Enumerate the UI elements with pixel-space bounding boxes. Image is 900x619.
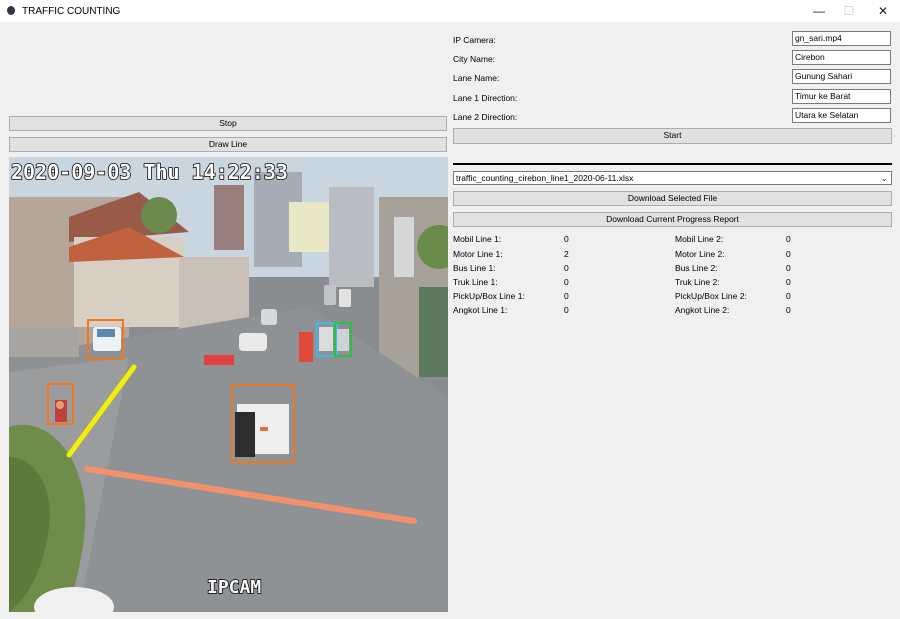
stat-value: 0 <box>564 263 569 273</box>
ip-camera-field[interactable]: gn_sari.mp4 <box>792 31 891 46</box>
stat-value: 0 <box>786 234 791 244</box>
separator <box>453 163 892 165</box>
draw-line-button[interactable]: Draw Line <box>9 137 447 152</box>
stat-value: 0 <box>786 277 791 287</box>
stat-value: 0 <box>786 305 791 315</box>
stat-value: 0 <box>786 263 791 273</box>
stat-label: Motor Line 1: <box>453 249 503 259</box>
stat-label: PickUp/Box Line 2: <box>675 291 747 301</box>
timestamp-overlay: 2020-09-03 Thu 14:22:33 <box>11 160 288 184</box>
video-feed[interactable]: 2020-09-03 Thu 14:22:33 IPCAM <box>9 157 448 612</box>
window-title: TRAFFIC COUNTING <box>22 6 121 17</box>
lane-name-field[interactable]: Gunung Sahari <box>792 69 891 84</box>
lane2-direction-field[interactable]: Utara ke Selatan <box>792 108 891 123</box>
file-select[interactable]: traffic_counting_cirebon_line1_2020-06-1… <box>453 171 892 185</box>
lane1-direction-field[interactable]: Timur ke Barat <box>792 89 891 104</box>
stat-value: 0 <box>564 291 569 301</box>
stat-label: Truk Line 1: <box>453 277 498 287</box>
title-bar: TRAFFIC COUNTING — ☐ ✕ <box>0 0 900 22</box>
stat-value: 0 <box>564 234 569 244</box>
stat-label: Angkot Line 1: <box>453 305 508 315</box>
stat-label: Bus Line 2: <box>675 263 718 273</box>
city-name-field[interactable]: Cirebon <box>792 50 891 65</box>
chevron-down-icon[interactable]: ⌄ <box>880 172 888 184</box>
stat-label: Motor Line 2: <box>675 249 725 259</box>
download-selected-button[interactable]: Download Selected File <box>453 191 892 206</box>
stat-label: Mobil Line 2: <box>675 234 724 244</box>
app-icon <box>7 6 15 15</box>
stat-value: 0 <box>564 277 569 287</box>
stat-value: 0 <box>564 305 569 315</box>
ipcam-watermark: IPCAM <box>207 577 261 598</box>
city-name-label: City Name: <box>453 54 496 64</box>
stat-label: Truk Line 2: <box>675 277 720 287</box>
stat-label: Mobil Line 1: <box>453 234 502 244</box>
lane-name-label: Lane Name: <box>453 73 500 83</box>
lane1-direction-label: Lane 1 Direction: <box>453 93 518 103</box>
stat-value: 2 <box>564 249 569 259</box>
close-button[interactable]: ✕ <box>872 3 894 19</box>
stat-label: Angkot Line 2: <box>675 305 730 315</box>
stat-value: 0 <box>786 249 791 259</box>
ip-camera-label: IP Camera: <box>453 35 496 45</box>
lane2-direction-label: Lane 2 Direction: <box>453 112 518 122</box>
download-progress-button[interactable]: Download Current Progress Report <box>453 212 892 227</box>
stat-label: PickUp/Box Line 1: <box>453 291 525 301</box>
stat-label: Bus Line 1: <box>453 263 496 273</box>
maximize-button[interactable]: ☐ <box>838 3 860 19</box>
file-select-value: traffic_counting_cirebon_line1_2020-06-1… <box>456 173 634 183</box>
start-button[interactable]: Start <box>453 128 892 144</box>
stop-button[interactable]: Stop <box>9 116 447 131</box>
minimize-button[interactable]: — <box>808 3 830 19</box>
stat-value: 0 <box>786 291 791 301</box>
